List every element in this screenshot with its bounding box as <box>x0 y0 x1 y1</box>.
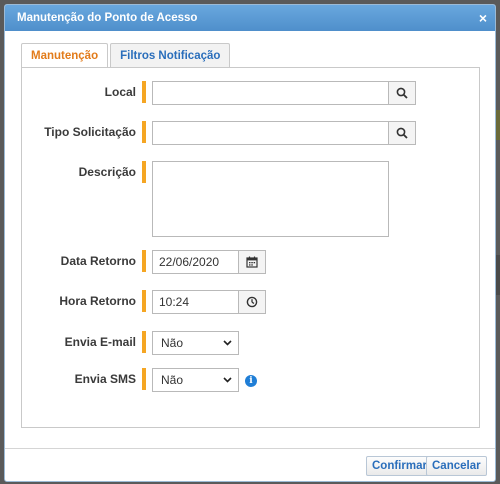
local-label: Local <box>104 85 136 99</box>
dialog-titlebar: Manutenção do Ponto de Acesso × <box>5 5 495 31</box>
envia-sms-value: Não <box>161 373 184 387</box>
descricao-label: Descrição <box>78 165 136 179</box>
descricao-row: Descrição <box>22 161 389 237</box>
info-icon[interactable]: i <box>245 375 257 387</box>
envia-email-label: Envia E-mail <box>64 335 136 349</box>
chevron-down-icon <box>223 340 232 346</box>
tab-filtros-notificacao[interactable]: Filtros Notificação <box>110 43 231 67</box>
search-icon <box>396 127 408 139</box>
access-point-dialog: Manutenção do Ponto de Acesso × Manutenç… <box>4 4 496 482</box>
confirm-button[interactable]: Confirmar <box>366 456 433 476</box>
footer-divider <box>5 448 495 449</box>
required-marker <box>142 121 146 143</box>
data-retorno-label: Data Retorno <box>60 254 136 268</box>
envia-sms-label: Envia SMS <box>74 372 136 386</box>
clock-button[interactable] <box>239 290 266 314</box>
clock-icon <box>246 296 258 308</box>
calendar-button[interactable] <box>239 250 266 274</box>
envia-email-select[interactable]: Não <box>152 331 239 355</box>
tipo-solicitacao-input[interactable] <box>152 121 389 145</box>
required-marker <box>142 331 146 353</box>
cancel-button[interactable]: Cancelar <box>426 456 487 476</box>
tipo-solicitacao-label: Tipo Solicitação <box>44 125 136 139</box>
tab-bar: Manutenção Filtros Notificação <box>21 43 232 68</box>
envia-email-value: Não <box>161 336 184 350</box>
envia-email-row: Envia E-mail Não <box>22 331 239 355</box>
required-marker <box>142 290 146 312</box>
hora-retorno-input[interactable] <box>152 290 239 314</box>
data-retorno-row: Data Retorno <box>22 250 266 274</box>
close-button[interactable]: × <box>479 11 487 25</box>
tab-manutencao[interactable]: Manutenção <box>21 43 109 68</box>
envia-sms-row: Envia SMS Não i <box>22 368 257 392</box>
hora-retorno-label: Hora Retorno <box>59 294 136 308</box>
required-marker <box>142 81 146 103</box>
search-icon <box>396 87 408 99</box>
data-retorno-input[interactable] <box>152 250 239 274</box>
hora-retorno-row: Hora Retorno <box>22 290 266 314</box>
required-marker <box>142 250 146 272</box>
dialog-title: Manutenção do Ponto de Acesso <box>17 12 198 24</box>
descricao-textarea[interactable] <box>152 161 389 237</box>
calendar-icon <box>246 256 258 268</box>
required-marker <box>142 368 146 390</box>
local-search-button[interactable] <box>389 81 416 105</box>
local-row: Local <box>22 81 416 105</box>
form-panel: Local Tipo Solicitação Descrição Data Re… <box>21 67 480 428</box>
tipo-solicitacao-search-button[interactable] <box>389 121 416 145</box>
local-input[interactable] <box>152 81 389 105</box>
tipo-solicitacao-row: Tipo Solicitação <box>22 121 416 145</box>
envia-sms-select[interactable]: Não <box>152 368 239 392</box>
chevron-down-icon <box>223 377 232 383</box>
required-marker <box>142 161 146 183</box>
